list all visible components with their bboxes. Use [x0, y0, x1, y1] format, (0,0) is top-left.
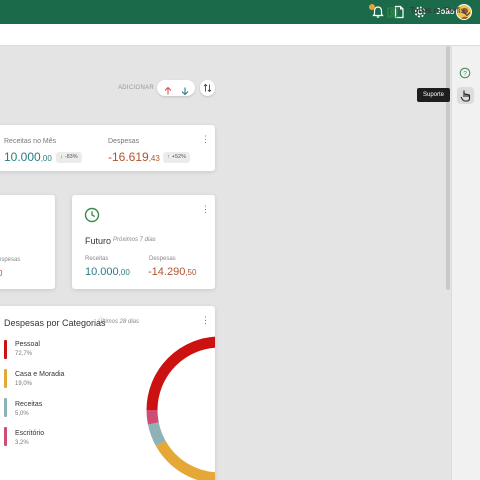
donut-chart-clip [140, 330, 215, 480]
profile-selector[interactable]: Todos os Perfis [410, 6, 465, 15]
future-expense-value: -14.290,50 [148, 266, 197, 278]
support-tooltip: Suporte [417, 88, 451, 102]
month-income-label: Receitas no Mês [4, 138, 57, 145]
partial-expense-label: espesas [0, 257, 21, 263]
top-bar [0, 0, 480, 24]
scrollbar[interactable] [446, 46, 450, 290]
month-expense-badge: ↑ +52% [163, 152, 190, 163]
donut-slice-casa-e-moradia[interactable] [146, 336, 215, 480]
support-button[interactable] [457, 87, 474, 104]
category-name: Receitas [15, 401, 43, 408]
categories-title: Despesas por Categorias [4, 318, 106, 328]
donut-slice-escrit-rio[interactable] [146, 336, 215, 480]
future-title: Futuro [85, 236, 112, 246]
sort-button[interactable] [200, 80, 215, 96]
category-pct: 3,2% [15, 440, 29, 446]
clock-icon [84, 207, 100, 223]
future-expense-label: Despesas [149, 256, 176, 262]
category-name: Escritório [15, 430, 45, 437]
future-subtitle: Próximos 7 dias [113, 237, 156, 243]
future-income-label: Receitas [85, 256, 109, 262]
right-rail [451, 46, 480, 480]
sort-icon [203, 83, 212, 93]
card-menu-icon[interactable]: ⋮ [201, 315, 210, 325]
category-pct: 19,0% [15, 381, 33, 387]
card-menu-icon[interactable]: ⋮ [201, 134, 210, 144]
future-income-value: 10.000,00 [85, 266, 130, 278]
month-expense-label: Despesas [108, 138, 140, 145]
arrow-up-icon[interactable] [163, 83, 173, 95]
help-icon[interactable]: ? [459, 66, 471, 79]
category-name: Pessoal [15, 341, 40, 348]
month-income-value: 10.000,00 [4, 150, 52, 164]
category-color-bar [4, 398, 7, 417]
donut-slice-pessoal[interactable] [146, 336, 215, 480]
partial-summary-card [0, 195, 55, 289]
categories-subtitle: Últimos 28 dias [98, 319, 140, 325]
month-income-badge: ↓ -83% [56, 152, 82, 163]
category-pct: 72,7% [15, 351, 33, 357]
partial-expense-value: 0 [0, 269, 3, 278]
category-color-bar [4, 369, 7, 388]
month-expense-value: -16.619,43 [108, 150, 160, 164]
notification-dot [369, 4, 375, 10]
arrow-down-icon[interactable] [180, 83, 190, 96]
donut-slice-receitas[interactable] [146, 336, 215, 480]
category-color-bar [4, 340, 7, 359]
add-label: ADICIONAR [118, 85, 155, 91]
card-menu-icon[interactable]: ⋮ [201, 204, 210, 214]
donut-chart [146, 336, 215, 480]
category-pct: 5,0% [15, 411, 29, 417]
chevron-down-icon[interactable] [462, 6, 472, 17]
trend-up-icon: ↑ [167, 154, 170, 160]
category-color-bar [4, 427, 7, 446]
profile-filter-icon[interactable] [387, 5, 398, 18]
category-name: Casa e Moradia [15, 371, 65, 378]
hand-pointer-icon [460, 90, 471, 102]
month-summary-card [0, 125, 215, 171]
trend-down-icon: ↓ [60, 154, 63, 160]
profile-bar [0, 24, 480, 46]
svg-text:?: ? [463, 70, 467, 77]
